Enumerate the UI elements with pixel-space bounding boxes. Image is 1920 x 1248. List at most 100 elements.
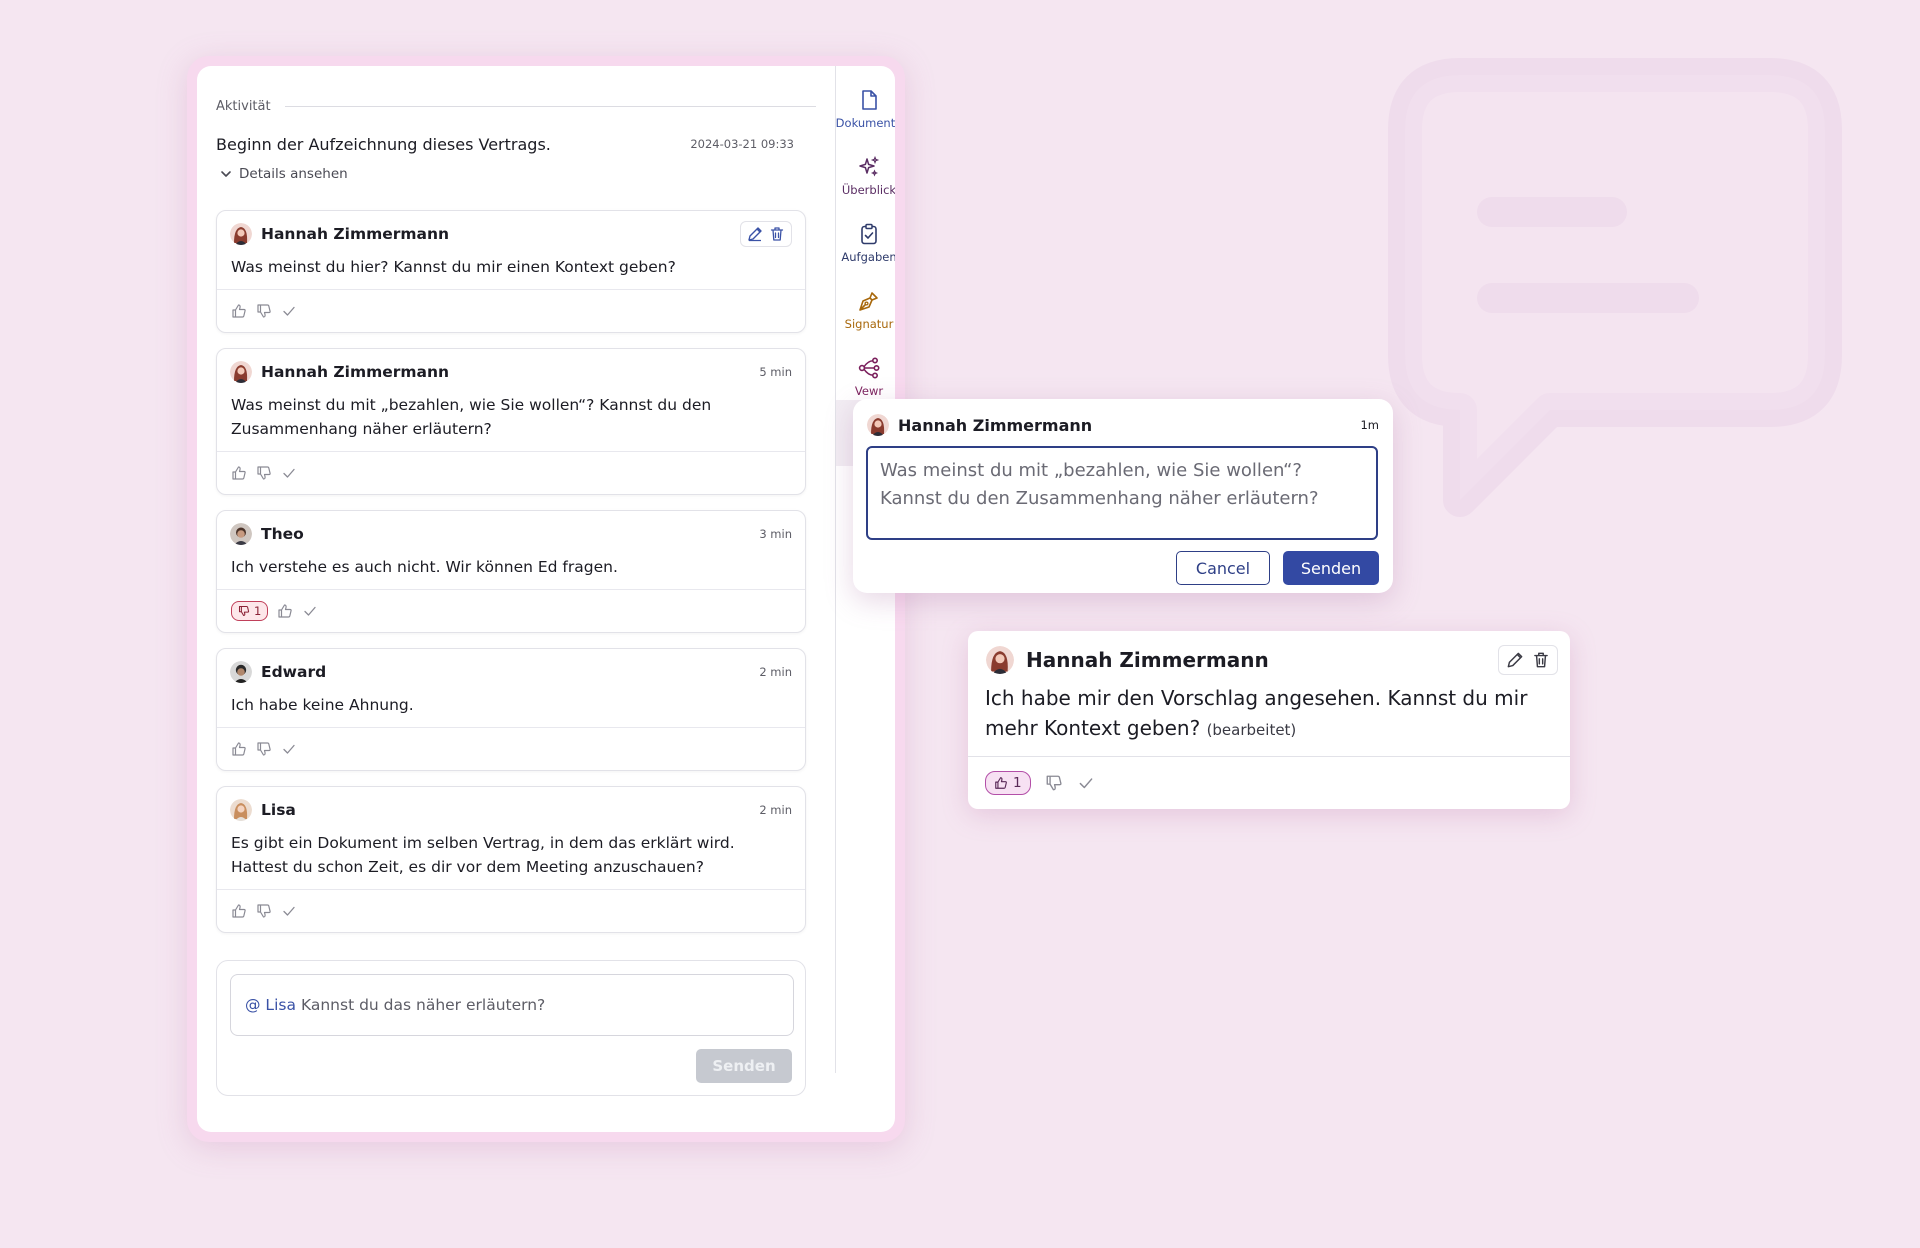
activity-panel-frame: Aktivität Beginn der Aufzeichnung dieses… bbox=[187, 56, 905, 1142]
comment-header: Hannah Zimmermann 5 min bbox=[217, 349, 805, 383]
comment-time: 2 min bbox=[759, 665, 792, 679]
trash-icon[interactable] bbox=[1531, 650, 1551, 670]
clipboard-check-icon bbox=[861, 223, 877, 245]
popup-time: 1m bbox=[1360, 418, 1379, 432]
dislike-reaction-badge[interactable]: 1 bbox=[231, 601, 269, 621]
edit-comment-textarea[interactable]: Was meinst du mit „bezahlen, wie Sie wol… bbox=[866, 446, 1378, 540]
activity-panel: Aktivität Beginn der Aufzeichnung dieses… bbox=[197, 66, 895, 1132]
comment-text: Ich habe keine Ahnung. bbox=[217, 683, 805, 728]
check-icon[interactable] bbox=[281, 465, 297, 481]
send-button[interactable]: Senden bbox=[1283, 551, 1379, 585]
comment-author: Hannah Zimmermann bbox=[230, 223, 449, 245]
like-count: 1 bbox=[1013, 775, 1022, 791]
comment-card: Edward 2 min Ich habe keine Ahnung. bbox=[216, 648, 806, 771]
rail-label-vewr: Vewr bbox=[854, 384, 884, 398]
comment-header: Edward 2 min bbox=[217, 649, 805, 683]
side-rail: Dokumente Überblick Aufgaben bbox=[835, 66, 895, 1132]
thumbs-down-icon bbox=[238, 605, 250, 617]
thumbs-down-icon[interactable] bbox=[256, 903, 272, 919]
check-icon[interactable] bbox=[1077, 774, 1095, 792]
avatar bbox=[986, 646, 1014, 674]
share-nodes-icon bbox=[858, 357, 880, 379]
details-toggle[interactable]: Details ansehen bbox=[219, 164, 348, 184]
popup-author-name: Hannah Zimmermann bbox=[898, 415, 1093, 435]
rail-item-vewr[interactable]: Vewr bbox=[835, 356, 895, 398]
comment-list: Hannah Zimmermann Was meinst du hier? Ka… bbox=[216, 210, 806, 948]
comment-author-name: Lisa bbox=[261, 801, 296, 819]
comment-header: Lisa 2 min bbox=[217, 787, 805, 821]
comment-card: Theo 3 min Ich verstehe es auch nicht. W… bbox=[216, 510, 806, 633]
comment-header: Theo 3 min bbox=[217, 511, 805, 545]
check-icon[interactable] bbox=[302, 603, 318, 619]
rail-label-signature: Signatur bbox=[844, 317, 894, 331]
thumbs-up-icon[interactable] bbox=[231, 303, 247, 319]
comment-header: Hannah Zimmermann bbox=[217, 211, 805, 247]
comment-author-name: Hannah Zimmermann bbox=[261, 363, 450, 381]
record-timestamp: 2024-03-21 09:33 bbox=[690, 137, 794, 151]
comment-edit-actions bbox=[740, 221, 792, 247]
pen-nib-icon bbox=[859, 292, 878, 311]
comment-author-name: Hannah Zimmermann bbox=[261, 225, 450, 243]
dislike-count: 1 bbox=[254, 604, 262, 618]
edited-comment-reactions: 1 bbox=[985, 770, 1095, 796]
rail-item-documents[interactable]: Dokumente bbox=[835, 88, 895, 130]
comment-card: Hannah Zimmermann Was meinst du hier? Ka… bbox=[216, 210, 806, 333]
thumbs-up-icon[interactable] bbox=[231, 465, 247, 481]
thumbs-down-icon[interactable] bbox=[256, 741, 272, 757]
like-reaction-badge[interactable]: 1 bbox=[985, 771, 1031, 795]
rail-label-overview: Überblick bbox=[841, 183, 895, 197]
comment-text: Was meinst du hier? Kannst du mir einen … bbox=[217, 245, 805, 290]
chevron-down-icon bbox=[221, 171, 231, 177]
sparkles-icon bbox=[859, 155, 880, 177]
thumbs-up-icon bbox=[995, 777, 1007, 789]
comment-time: 2 min bbox=[759, 803, 792, 817]
avatar bbox=[867, 414, 889, 436]
comment-input[interactable]: @ Lisa Kannst du das näher erläutern? bbox=[230, 974, 794, 1036]
mention-tag[interactable]: @ Lisa bbox=[245, 996, 296, 1014]
thumbs-down-icon[interactable] bbox=[256, 465, 272, 481]
activity-feed: Aktivität Beginn der Aufzeichnung dieses… bbox=[197, 66, 835, 1132]
cancel-button[interactable]: Cancel bbox=[1176, 551, 1270, 585]
popup-author: Hannah Zimmermann bbox=[867, 414, 1092, 436]
comment-edit-actions bbox=[1498, 645, 1558, 675]
rail-item-signature[interactable]: Signatur bbox=[835, 289, 895, 331]
comment-author: Hannah Zimmermann bbox=[230, 361, 449, 383]
pencil-icon[interactable] bbox=[746, 225, 764, 243]
comment-reactions bbox=[217, 890, 805, 932]
trash-icon[interactable] bbox=[768, 225, 786, 243]
thumbs-down-icon[interactable] bbox=[1045, 774, 1063, 792]
comment-author-name: Edward bbox=[261, 663, 327, 681]
check-icon[interactable] bbox=[281, 303, 297, 319]
comment-card: Lisa 2 min Es gibt ein Dokument im selbe… bbox=[216, 786, 806, 933]
send-button-disabled[interactable]: Senden bbox=[696, 1049, 792, 1083]
thumbs-up-icon[interactable] bbox=[231, 741, 247, 757]
comment-reactions: 1 bbox=[217, 590, 805, 632]
rail-item-overview[interactable]: Überblick bbox=[835, 155, 895, 197]
record-start-row: Beginn der Aufzeichnung dieses Vertrags.… bbox=[216, 132, 794, 156]
edited-comment-card: Hannah Zimmermann Ich habe mir den Vorsc… bbox=[968, 631, 1570, 809]
thumbs-up-icon[interactable] bbox=[277, 603, 293, 619]
comment-reactions bbox=[217, 728, 805, 770]
avatar bbox=[230, 523, 252, 545]
thumbs-down-icon[interactable] bbox=[256, 303, 272, 319]
comment-author: Theo bbox=[230, 523, 304, 545]
check-icon[interactable] bbox=[281, 903, 297, 919]
edited-comment-author: Hannah Zimmermann bbox=[986, 646, 1269, 674]
avatar bbox=[230, 661, 252, 683]
record-text: Beginn der Aufzeichnung dieses Vertrags. bbox=[216, 134, 551, 154]
thumbs-up-icon[interactable] bbox=[231, 903, 247, 919]
avatar bbox=[230, 223, 252, 245]
comment-composer: @ Lisa Kannst du das näher erläutern? Se… bbox=[216, 960, 806, 1096]
chat-bubble-illustration bbox=[1388, 58, 1842, 517]
rail-item-tasks[interactable]: Aufgaben bbox=[835, 222, 895, 264]
comment-text: Was meinst du mit „bezahlen, wie Sie wol… bbox=[217, 383, 805, 452]
comment-text: Ich verstehe es auch nicht. Wir können E… bbox=[217, 545, 805, 590]
edit-comment-popup: Hannah Zimmermann 1m Was meinst du mit „… bbox=[853, 399, 1393, 593]
check-icon[interactable] bbox=[281, 741, 297, 757]
comment-text: Es gibt ein Dokument im selben Vertrag, … bbox=[217, 821, 805, 890]
pencil-icon[interactable] bbox=[1505, 650, 1525, 670]
comment-author: Lisa bbox=[230, 799, 296, 821]
comment-time: 5 min bbox=[759, 365, 792, 379]
avatar bbox=[230, 799, 252, 821]
divider bbox=[968, 756, 1570, 757]
